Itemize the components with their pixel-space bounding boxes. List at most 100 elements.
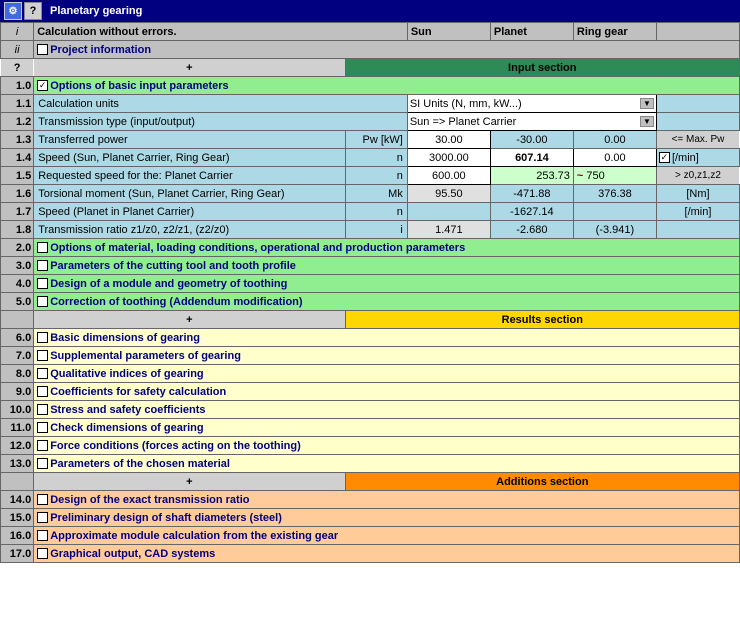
row-12-0-label: Force conditions (forces acting on the t… xyxy=(50,440,301,452)
status-ii: ii xyxy=(1,41,34,59)
reqspeed-sun-input[interactable]: 600.00 xyxy=(407,167,490,185)
row-16-0-num: 16.0 xyxy=(1,527,34,545)
row-1-2-num: 1.2 xyxy=(1,113,34,131)
row-12-0-checkbox[interactable] xyxy=(37,440,48,451)
row-9-0-num: 9.0 xyxy=(1,383,34,401)
input-section-header: Input section xyxy=(345,59,739,77)
row-1-6-label: Torsional moment (Sun, Planet Carrier, R… xyxy=(34,185,345,203)
app-icon: ⚙ xyxy=(4,2,22,20)
results-section-header: Results section xyxy=(345,311,739,329)
row-8-0-label: Qualitative indices of gearing xyxy=(50,368,203,380)
speed-sun-input[interactable]: 3000.00 xyxy=(407,149,490,167)
row-1-1-num: 1.1 xyxy=(1,95,34,113)
row-13-0-num: 13.0 xyxy=(1,455,34,473)
row-1-8-num: 1.8 xyxy=(1,221,34,239)
transmission-dropdown[interactable]: Sun => Planet Carrier xyxy=(407,113,656,131)
speed-checkbox[interactable]: ✓ xyxy=(659,152,670,163)
row-1-2-label: Transmission type (input/output) xyxy=(34,113,408,131)
row-17-0-num: 17.0 xyxy=(1,545,34,563)
units-dropdown[interactable]: SI Units (N, mm, kW...) xyxy=(407,95,656,113)
col-ring: Ring gear xyxy=(573,23,656,41)
row-1-6-num: 1.6 xyxy=(1,185,34,203)
ratio-planet: -2.680 xyxy=(490,221,573,239)
row-1-5-num: 1.5 xyxy=(1,167,34,185)
row-17-0-label: Graphical output, CAD systems xyxy=(50,548,215,560)
row-13-0-label: Parameters of the chosen material xyxy=(50,458,230,470)
mk-unit: [Nm] xyxy=(656,185,739,203)
results-expand-button[interactable]: + xyxy=(34,311,345,329)
row-14-0-checkbox[interactable] xyxy=(37,494,48,505)
row-14-0-num: 14.0 xyxy=(1,491,34,509)
row-15-0-checkbox[interactable] xyxy=(37,512,48,523)
reqspeed-ring: 750 xyxy=(586,170,604,182)
row-15-0-label: Preliminary design of shaft diameters (s… xyxy=(50,512,282,524)
row-1-3-num: 1.3 xyxy=(1,131,34,149)
row-4-0-num: 4.0 xyxy=(1,275,34,293)
additions-expand-button[interactable]: + xyxy=(34,473,345,491)
row-6-0-num: 6.0 xyxy=(1,329,34,347)
row-17-0-checkbox[interactable] xyxy=(37,548,48,559)
row-3-0-label: Parameters of the cutting tool and tooth… xyxy=(50,260,296,272)
additions-section-header: Additions section xyxy=(345,473,739,491)
col-planet: Planet xyxy=(490,23,573,41)
input-expand-button[interactable]: + xyxy=(34,59,345,77)
row-1-4-sym: n xyxy=(345,149,407,167)
row-11-0-label: Check dimensions of gearing xyxy=(50,422,203,434)
titlebar: ⚙ ? Planetary gearing xyxy=(0,0,740,22)
row-1-7-sym: n xyxy=(345,203,407,221)
pw-sun-input[interactable]: 30.00 xyxy=(407,131,490,149)
mk-planet: -471.88 xyxy=(490,185,573,203)
row-15-0-num: 15.0 xyxy=(1,509,34,527)
input-help-button[interactable]: ? xyxy=(1,59,34,77)
speed-unit: [/min] xyxy=(672,152,699,164)
row-1-7-num: 1.7 xyxy=(1,203,34,221)
col-extra xyxy=(656,23,739,41)
pw-ring: 0.00 xyxy=(573,131,656,149)
row-14-0-label: Design of the exact transmission ratio xyxy=(50,494,249,506)
tilde: ~ xyxy=(577,170,583,182)
row-3-0-checkbox[interactable] xyxy=(37,260,48,271)
status-message: Calculation without errors. xyxy=(34,23,408,41)
row-2-0-num: 2.0 xyxy=(1,239,34,257)
row-7-0-label: Supplemental parameters of gearing xyxy=(50,350,241,362)
row-1-0-num: 1.0 xyxy=(1,77,34,95)
z-button[interactable]: > z0,z1,z2 xyxy=(656,167,739,185)
row-10-0-checkbox[interactable] xyxy=(37,404,48,415)
help-button[interactable]: ? xyxy=(24,2,42,20)
row-4-0-checkbox[interactable] xyxy=(37,278,48,289)
mk-ring: 376.38 xyxy=(573,185,656,203)
row-1-0-label: Options of basic input parameters xyxy=(50,80,228,92)
ratio-ring: (-3.941) xyxy=(573,221,656,239)
row-5-0-checkbox[interactable] xyxy=(37,296,48,307)
row-1-5-label: Requested speed for the: Planet Carrier xyxy=(34,167,345,185)
row-1-8-label: Transmission ratio z1/z0, z2/z1, (z2/z0) xyxy=(34,221,345,239)
speed-ring-input[interactable]: 0.00 xyxy=(573,149,656,167)
max-pw-button[interactable]: <= Max. Pw xyxy=(656,131,739,149)
row-9-0-checkbox[interactable] xyxy=(37,386,48,397)
mk-sun: 95.50 xyxy=(407,185,490,203)
row-12-0-num: 12.0 xyxy=(1,437,34,455)
row-1-8-sym: i xyxy=(345,221,407,239)
row-1-4-num: 1.4 xyxy=(1,149,34,167)
row-16-0-checkbox[interactable] xyxy=(37,530,48,541)
row-1-0-checkbox[interactable]: ✓ xyxy=(37,80,48,91)
row-13-0-checkbox[interactable] xyxy=(37,458,48,469)
proj-info-label: Project information xyxy=(50,44,151,56)
row-3-0-num: 3.0 xyxy=(1,257,34,275)
row-2-0-checkbox[interactable] xyxy=(37,242,48,253)
row-7-0-checkbox[interactable] xyxy=(37,350,48,361)
ratio-sun: 1.471 xyxy=(407,221,490,239)
proj-info-checkbox[interactable] xyxy=(37,44,48,55)
row-9-0-label: Coefficients for safety calculation xyxy=(50,386,226,398)
row-11-0-num: 11.0 xyxy=(1,419,34,437)
row-6-0-checkbox[interactable] xyxy=(37,332,48,343)
row-1-3-sym: Pw [kW] xyxy=(345,131,407,149)
row-7-0-num: 7.0 xyxy=(1,347,34,365)
row-10-0-num: 10.0 xyxy=(1,401,34,419)
reqspeed-planet: 253.73 xyxy=(490,167,573,185)
app-title: Planetary gearing xyxy=(50,5,142,17)
speed-planet: 607.14 xyxy=(490,149,573,167)
row-8-0-num: 8.0 xyxy=(1,365,34,383)
row-8-0-checkbox[interactable] xyxy=(37,368,48,379)
row-11-0-checkbox[interactable] xyxy=(37,422,48,433)
